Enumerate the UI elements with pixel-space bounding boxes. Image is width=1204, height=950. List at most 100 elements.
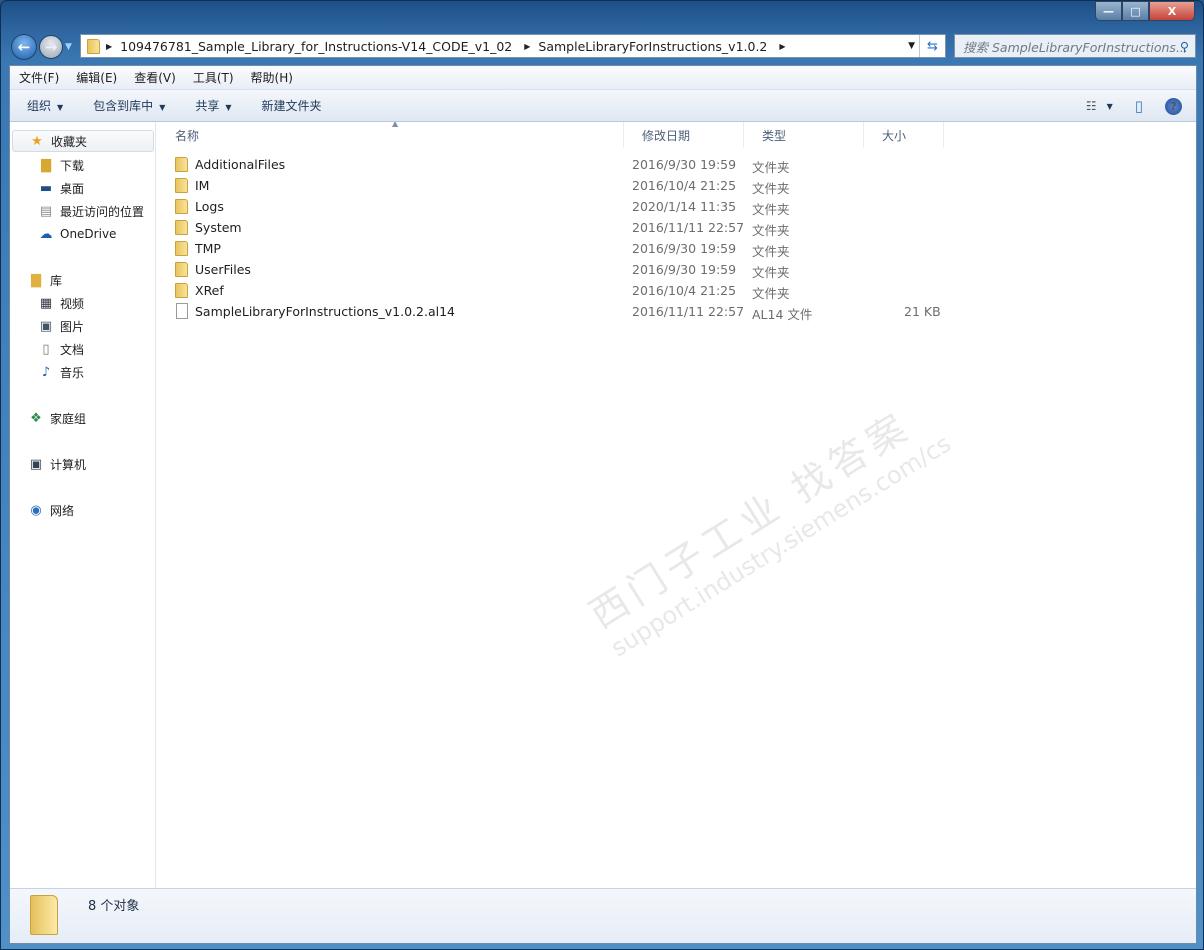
folder-icon xyxy=(175,157,188,172)
file-name: IM xyxy=(195,178,210,193)
menu-view[interactable]: 查看(V) xyxy=(134,69,176,86)
sidebar-item-onedrive[interactable]: ☁ OneDrive xyxy=(38,223,117,245)
column-header-size[interactable]: 大小 xyxy=(864,122,944,148)
caption-buttons: — □ X xyxy=(1095,1,1195,21)
breadcrumb-arrow-icon[interactable]: ▶ xyxy=(524,42,530,51)
file-type: 文件夹 xyxy=(752,223,790,238)
folder-icon xyxy=(30,895,58,935)
share-label: 共享 xyxy=(195,99,220,113)
folder-icon xyxy=(87,38,100,54)
file-row[interactable]: AdditionalFiles 2016/9/30 19:59 文件夹 xyxy=(157,154,957,175)
search-placeholder: 搜索 SampleLibraryForInstructions... xyxy=(963,39,1188,55)
forward-button[interactable]: → xyxy=(39,35,63,59)
sidebar-item-libraries[interactable]: ▇ 库 xyxy=(28,269,62,291)
file-row[interactable]: UserFiles 2016/9/30 19:59 文件夹 xyxy=(157,259,957,280)
sidebar-item-computer[interactable]: ▣ 计算机 xyxy=(28,453,86,475)
maximize-button[interactable]: □ xyxy=(1122,1,1149,21)
menu-tools[interactable]: 工具(T) xyxy=(193,69,234,86)
picture-icon: ▣ xyxy=(39,318,53,334)
folder-icon xyxy=(175,262,188,277)
file-row[interactable]: System 2016/11/11 22:57 文件夹 xyxy=(157,217,957,238)
file-row[interactable]: IM 2016/10/4 21:25 文件夹 xyxy=(157,175,957,196)
sidebar-label: 收藏夹 xyxy=(51,134,88,149)
file-row[interactable]: XRef 2016/10/4 21:25 文件夹 xyxy=(157,280,957,301)
sidebar-item-recent-places[interactable]: ▤ 最近访问的位置 xyxy=(38,200,144,222)
file-name: TMP xyxy=(195,241,221,256)
menu-file[interactable]: 文件(F) xyxy=(19,69,59,86)
column-header-type[interactable]: 类型 xyxy=(744,122,864,148)
preview-pane-icon[interactable]: ▯ xyxy=(1135,97,1143,115)
new-folder-button[interactable]: 新建文件夹 xyxy=(262,97,322,114)
folder-icon xyxy=(175,283,188,298)
item-count: 8 个对象 xyxy=(88,899,140,914)
folder-icon xyxy=(175,220,188,235)
breadcrumb-segment[interactable]: SampleLibraryForInstructions_v1.0.2 xyxy=(538,39,767,54)
breadcrumb-segment[interactable]: 109476781_Sample_Library_for_Instruction… xyxy=(120,39,512,54)
menu-bar: 文件(F) 编辑(E) 查看(V) 工具(T) 帮助(H) xyxy=(10,66,1196,90)
file-icon xyxy=(176,303,188,319)
computer-icon: ▣ xyxy=(29,456,43,472)
sidebar-item-desktop[interactable]: ▬ 桌面 xyxy=(38,177,84,199)
help-icon[interactable]: ? xyxy=(1165,97,1182,115)
sidebar-label: 视频 xyxy=(60,296,85,311)
sidebar-label: 最近访问的位置 xyxy=(60,204,145,219)
refresh-button[interactable]: ⇆ xyxy=(919,35,945,57)
menu-help[interactable]: 帮助(H) xyxy=(251,69,293,86)
address-bar[interactable]: ▶ 109476781_Sample_Library_for_Instructi… xyxy=(80,34,946,58)
recent-pages-dropdown[interactable]: ▼ xyxy=(65,42,72,52)
watermark-line2: support.industry.siemens.com/cs xyxy=(606,429,956,663)
navigation-buttons: ← → ▼ xyxy=(11,34,72,60)
sidebar-label: 桌面 xyxy=(60,181,85,196)
search-icon[interactable]: ⚲ xyxy=(1180,39,1189,54)
file-name: System xyxy=(195,220,242,235)
include-library-label: 包含到库中 xyxy=(93,99,154,113)
minimize-button[interactable]: — xyxy=(1095,1,1122,21)
sidebar-label: 家庭组 xyxy=(50,411,87,426)
menu-edit[interactable]: 编辑(E) xyxy=(76,69,117,86)
status-bar: 8 个对象 xyxy=(10,888,1196,943)
search-input[interactable]: 搜索 SampleLibraryForInstructions... ⚲ xyxy=(954,34,1196,58)
close-button[interactable]: X xyxy=(1149,1,1195,21)
file-row[interactable]: Logs 2020/1/14 11:35 文件夹 xyxy=(157,196,957,217)
sidebar-item-favorites[interactable]: ★ 收藏夹 xyxy=(12,130,154,152)
view-controls: ☷ ▼ ▯ ? xyxy=(1086,90,1196,122)
file-type: 文件夹 xyxy=(752,265,790,280)
file-modified: 2016/10/4 21:25 xyxy=(632,178,737,193)
column-header-name[interactable]: 名称 xyxy=(157,122,624,148)
file-modified: 2016/11/11 22:57 xyxy=(632,220,745,235)
document-icon: ▯ xyxy=(42,341,50,357)
sidebar-label: 库 xyxy=(50,273,63,288)
sidebar-item-pictures[interactable]: ▣ 图片 xyxy=(38,315,84,337)
sidebar-label: OneDrive xyxy=(60,227,117,241)
include-in-library-button[interactable]: 包含到库中 ▼ xyxy=(93,97,165,114)
navigation-pane: ★ 收藏夹 ▇ 下载 ▬ 桌面 ▤ 最近访问的位置 ☁ OneDrive ▇ 库 ▦ 视频 ▣… xyxy=(10,122,156,890)
sidebar-item-documents[interactable]: ▯ 文档 xyxy=(38,338,84,360)
file-modified: 2016/9/30 19:59 xyxy=(632,262,737,277)
chevron-down-icon: ▼ xyxy=(57,103,64,112)
breadcrumb-arrow-icon[interactable]: ▶ xyxy=(106,42,112,51)
breadcrumb-arrow-icon[interactable]: ▶ xyxy=(779,42,785,51)
address-dropdown-icon[interactable]: ▼ xyxy=(908,41,915,51)
downloads-icon: ▇ xyxy=(41,157,51,173)
recent-places-icon: ▤ xyxy=(39,203,53,219)
sidebar-item-network[interactable]: ◉ 网络 xyxy=(28,499,74,521)
sidebar-item-videos[interactable]: ▦ 视频 xyxy=(38,292,84,314)
sidebar-item-music[interactable]: ♪ 音乐 xyxy=(38,361,84,383)
cloud-icon: ☁ xyxy=(39,226,53,242)
share-button[interactable]: 共享 ▼ xyxy=(195,97,231,114)
back-button[interactable]: ← xyxy=(11,34,37,60)
chevron-down-icon: ▼ xyxy=(225,103,232,112)
video-icon: ▦ xyxy=(39,295,53,311)
sidebar-item-homegroup[interactable]: ❖ 家庭组 xyxy=(28,407,86,429)
file-row[interactable]: TMP 2016/9/30 19:59 文件夹 xyxy=(157,238,957,259)
sidebar-item-downloads[interactable]: ▇ 下载 xyxy=(38,154,84,176)
view-mode-icon[interactable]: ☷ xyxy=(1086,99,1097,113)
watermark-line1: 西门子工业 找答案 xyxy=(581,403,919,637)
organize-button[interactable]: 组织 ▼ xyxy=(27,97,63,114)
view-dropdown-icon[interactable]: ▼ xyxy=(1107,102,1113,111)
file-row[interactable]: SampleLibraryForInstructions_v1.0.2.al14… xyxy=(157,301,957,322)
sidebar-label: 计算机 xyxy=(50,457,87,472)
network-icon: ◉ xyxy=(30,502,42,518)
column-header-modified[interactable]: 修改日期 xyxy=(624,122,744,148)
folder-icon xyxy=(175,178,188,193)
